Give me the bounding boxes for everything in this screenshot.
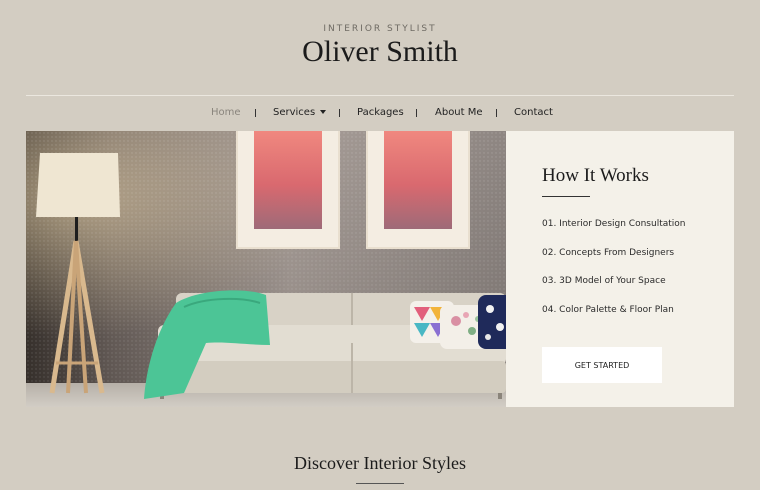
step-4: 04. Color Palette & Floor Plan — [542, 305, 674, 315]
discover-title: Discover Interior Styles — [294, 453, 466, 473]
get-started-button[interactable]: GET STARTED — [542, 347, 662, 383]
title-underline — [542, 196, 590, 197]
step-2: 02. Concepts From Designers — [542, 248, 675, 258]
how-it-works-panel: How It Works 01. Interior Design Consult… — [506, 131, 734, 407]
step-1: 01. Interior Design Consultation — [542, 219, 686, 229]
nav-item-home[interactable]: Home — [211, 107, 241, 118]
living-room-illustration — [26, 131, 506, 407]
how-it-works-title: How It Works — [542, 165, 649, 186]
site-subtitle: INTERIOR STYLIST — [323, 24, 437, 34]
nav-separator — [255, 109, 256, 117]
caret-down-icon — [320, 110, 327, 114]
hero-image — [26, 131, 506, 407]
nav-separator — [339, 109, 340, 117]
nav-item-packages[interactable]: Packages — [357, 107, 404, 118]
main-nav: Home Services Packages About Me Contact — [0, 107, 760, 121]
nav-item-services-label: Services — [273, 107, 316, 118]
nav-item-services[interactable]: Services — [273, 107, 327, 118]
step-3: 03. 3D Model of Your Space — [542, 276, 666, 286]
nav-separator — [416, 109, 417, 117]
site-brand[interactable]: Oliver Smith — [0, 35, 760, 69]
header-divider — [26, 95, 734, 96]
nav-item-about-me[interactable]: About Me — [435, 107, 483, 118]
framed-artwork-right — [366, 131, 470, 249]
nav-separator — [496, 109, 497, 117]
framed-artwork-left — [236, 131, 340, 249]
discover-underline — [356, 483, 404, 484]
nav-item-contact[interactable]: Contact — [514, 107, 553, 118]
